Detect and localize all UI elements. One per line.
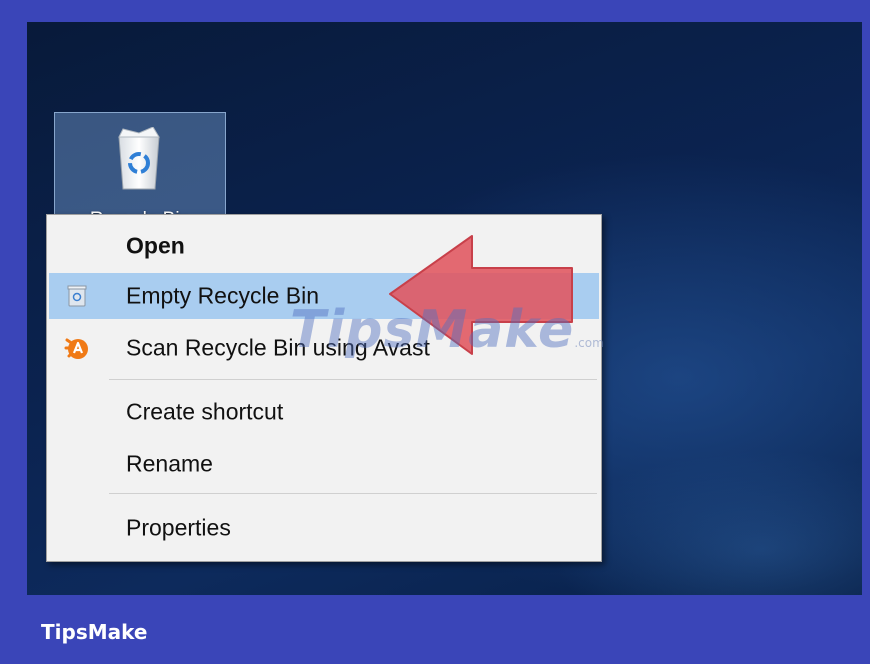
menu-item-rename[interactable]: Rename [49, 441, 599, 487]
menu-item-empty-recycle-bin[interactable]: Empty Recycle Bin [49, 273, 599, 319]
menu-item-label: Empty Recycle Bin [126, 282, 320, 309]
menu-item-label: Properties [126, 514, 231, 541]
recycle-bin-small-icon [67, 285, 87, 307]
menu-item-properties[interactable]: Properties [49, 505, 599, 551]
image-frame: Recycle Bin Open Empty Recycle Bin Scan … [0, 0, 870, 664]
footer-brand: TipsMake [41, 620, 148, 644]
avast-icon [64, 338, 88, 359]
menu-item-label: Create shortcut [126, 398, 284, 425]
menu-separator [109, 379, 597, 380]
menu-item-label: Scan Recycle Bin using Avast [126, 334, 430, 361]
menu-item-scan-avast[interactable]: Scan Recycle Bin using Avast [49, 325, 599, 371]
context-menu: Open Empty Recycle Bin Scan Recycle Bin … [46, 214, 602, 562]
menu-separator [109, 493, 597, 494]
menu-item-label: Rename [126, 450, 213, 477]
menu-item-label: Open [126, 232, 185, 259]
recycle-bin-icon [118, 127, 160, 190]
menu-item-create-shortcut[interactable]: Create shortcut [49, 389, 599, 435]
menu-item-open[interactable]: Open [49, 223, 599, 269]
